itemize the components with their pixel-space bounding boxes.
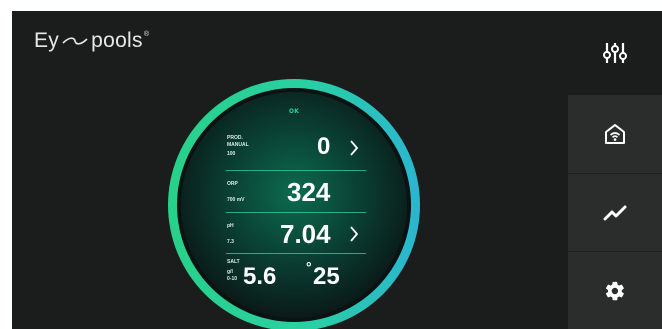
status-ok: OK (288, 108, 300, 115)
gear-icon (605, 281, 624, 301)
salt-sub: 0-10 (227, 276, 238, 282)
sliders-button[interactable] (568, 11, 662, 95)
orp-label: ORP (227, 181, 238, 187)
ph-chevron-right-icon[interactable] (349, 225, 359, 243)
brand-name-right: pools (91, 29, 143, 52)
temp-unit: ° (306, 259, 312, 275)
device-screen: Ey pools ® OK PROD. MANUAL 100 0 ORP 700… (12, 11, 662, 329)
ph-sub: 7.3 (227, 239, 234, 245)
salt-value: 5.6 (243, 263, 277, 290)
ph-value: 7.04 (280, 219, 331, 249)
side-menu (568, 11, 662, 329)
brand-logo: Ey pools ® (34, 29, 149, 53)
trend-chart-icon (603, 205, 627, 221)
prod-value: 0 (317, 133, 331, 160)
home-wifi-icon (605, 124, 625, 144)
prod-reading[interactable]: PROD. MANUAL 100 0 (217, 129, 377, 169)
temp-value: 25 (313, 263, 340, 290)
ph-reading[interactable]: pH 7.3 7.04 (217, 213, 377, 253)
prod-label-2: MANUAL (227, 142, 249, 148)
registered-mark: ® (143, 30, 150, 38)
prod-chevron-right-icon[interactable] (349, 139, 359, 157)
orp-reading: ORP 700 mV 324 (217, 171, 377, 211)
brand-name-left: Ey (34, 29, 60, 52)
main-gauge: OK PROD. MANUAL 100 0 ORP 700 mV 324 pH … (162, 73, 426, 329)
trend-button[interactable] (568, 173, 662, 252)
prod-sub: 100 (227, 151, 236, 157)
prod-label-1: PROD. (227, 135, 243, 141)
home-wifi-button[interactable] (568, 95, 662, 173)
salt-label: SALT (227, 259, 240, 265)
orp-sub: 700 mV (227, 197, 245, 203)
wave-icon (62, 37, 88, 45)
orp-value: 324 (287, 177, 331, 207)
ph-label: pH (227, 223, 234, 229)
sliders-icon (603, 43, 627, 63)
settings-button[interactable] (568, 251, 662, 329)
salt-reading: SALT g/l 0-10 5.6 ° 25 (217, 254, 377, 294)
salt-unit: g/l (227, 269, 233, 275)
